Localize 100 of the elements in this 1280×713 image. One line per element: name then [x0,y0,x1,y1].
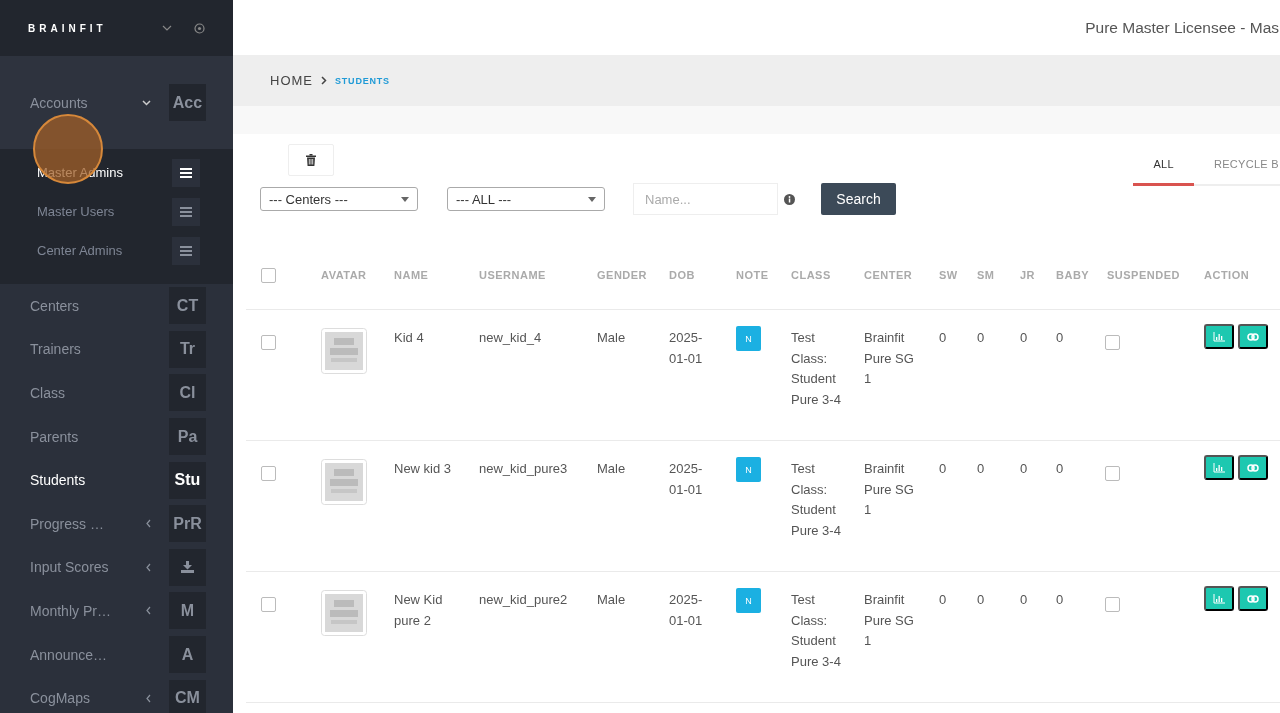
chart-button[interactable] [1204,586,1234,611]
suspended-checkbox[interactable] [1105,597,1120,612]
search-button[interactable]: Search [821,183,896,215]
column-header: NOTE [736,269,770,281]
avatar-placeholder [321,590,367,636]
bar-chart-icon [1213,462,1225,473]
sidebar-item[interactable]: Input Scores [0,545,233,590]
table-cell-text: new_kid_pure2 [479,592,569,607]
column-header: BABY [1056,269,1091,281]
table-cell-text: 0 [1020,330,1029,345]
sidebar-item[interactable]: Monthly Pr… M [0,589,233,633]
column-header: NAME [394,269,430,281]
chart-button[interactable] [1204,455,1234,480]
table-cell-text: 0 [939,330,948,345]
sidebar-item[interactable]: Announce… A [0,632,233,677]
avatar-placeholder [321,328,367,374]
column-header: DOB [669,269,696,281]
table-cell: 2025-01-01 [669,592,703,628]
breadcrumb-link[interactable]: HOME [270,73,313,88]
table-cell-text: 0 [1056,592,1065,607]
link-icon [1247,594,1259,603]
column-header: AVATAR [321,269,368,281]
menu-badge: PrR [169,505,206,543]
brand-logo: BRAINFIT [28,22,108,34]
table-cell-text: Brainfit Pure SG 1 [864,329,914,388]
tab[interactable]: RECYCLE B [1193,148,1280,186]
trash-icon [306,154,316,166]
menu-icon [172,158,200,187]
table-cell-text: Male [597,461,627,476]
type-dropdown[interactable]: --- ALL --- [447,187,605,211]
sidebar-item[interactable]: Centers CT [0,284,233,328]
suspended-checkbox[interactable] [1105,335,1120,350]
chart-button[interactable] [1204,324,1234,349]
sidebar-item[interactable]: Parents Pa [0,414,233,459]
tab[interactable]: ALL [1133,148,1194,186]
menu-badge: Pa [169,418,206,456]
link-button[interactable] [1238,324,1268,349]
table-cell-text: Brainfit Pure SG 1 [864,591,914,650]
select-all-checkbox[interactable] [261,267,276,283]
table-cell-text: 0 [977,592,986,607]
column-header: SW [939,269,959,281]
link-icon [1247,463,1259,472]
table-cell-text: Brainfit Pure SG 1 [864,460,914,519]
centers-dropdown[interactable]: --- Centers --- [260,187,418,211]
caret-icon [401,196,409,202]
column-header: CLASS [791,269,832,281]
breadcrumb-link[interactable]: STUDENTS [335,75,390,86]
row-checkbox[interactable] [261,335,276,350]
column-header: GENDER [597,269,649,281]
menu-badge: Acc [169,84,206,121]
chevron-down-icon [142,99,151,106]
menu-badge: CT [169,287,206,325]
search-field[interactable]: Name... [633,183,778,215]
table-cell-text: 0 [1020,461,1029,476]
table-cell: 2025-01-01 [669,461,703,497]
chevron-right-icon [321,76,327,85]
chevron-down-icon[interactable] [162,25,172,31]
table-cell-text: Male [597,330,627,345]
chevron-left-icon [146,519,151,529]
table-cell-text: 0 [977,330,986,345]
suspended-checkbox[interactable] [1105,466,1120,481]
row-checkbox[interactable] [261,466,276,481]
sidebar-item[interactable]: Progress … PrR [0,501,233,546]
sidebar-item[interactable]: Trainers Tr [0,327,233,372]
sidebar-item[interactable]: CogMaps CM [0,676,233,713]
column-header: ACTION [1204,269,1251,281]
sidebar-item[interactable]: Students Stu [0,458,233,502]
delete-button[interactable] [288,144,334,176]
row-checkbox[interactable] [261,597,276,612]
table-cell-text: Test Class: Student Pure 3-4 [791,329,842,409]
table-cell-text: Male [597,592,627,607]
column-header: CENTER [864,269,914,281]
info-icon [784,193,795,205]
menu-badge: Stu [169,461,206,499]
table-cell-text: Test Class: Student Pure 3-4 [791,591,842,671]
avatar-placeholder [321,459,367,505]
caret-icon [588,196,596,202]
column-header: SUSPENDED [1107,269,1181,281]
sidebar-item[interactable]: Class Cl [0,371,233,415]
chevron-left-icon [146,693,151,703]
table-cell-text: 0 [977,461,986,476]
submenu-item[interactable]: Master Users [0,192,233,231]
user-title: Pure Master Licensee - Mas [1085,18,1279,37]
link-button[interactable] [1238,455,1268,480]
submenu-item[interactable]: Center Admins [0,231,233,270]
table-cell-text: New Kid pure 2 [394,591,444,630]
target-icon[interactable] [194,22,205,34]
chevron-left-icon [146,562,151,572]
menu-badge: Cl [169,374,206,412]
table-cell: 2025-01-01 [669,330,703,366]
bar-chart-icon [1213,593,1225,604]
note-badge[interactable]: N [736,326,761,351]
table-cell-text: New kid 3 [394,460,453,478]
menu-icon [172,197,200,226]
column-header: JR [1020,269,1037,281]
link-button[interactable] [1238,586,1268,611]
menu-badge: M [169,592,206,630]
note-badge[interactable]: N [736,588,761,613]
menu-badge: Tr [169,330,206,368]
note-badge[interactable]: N [736,457,761,482]
